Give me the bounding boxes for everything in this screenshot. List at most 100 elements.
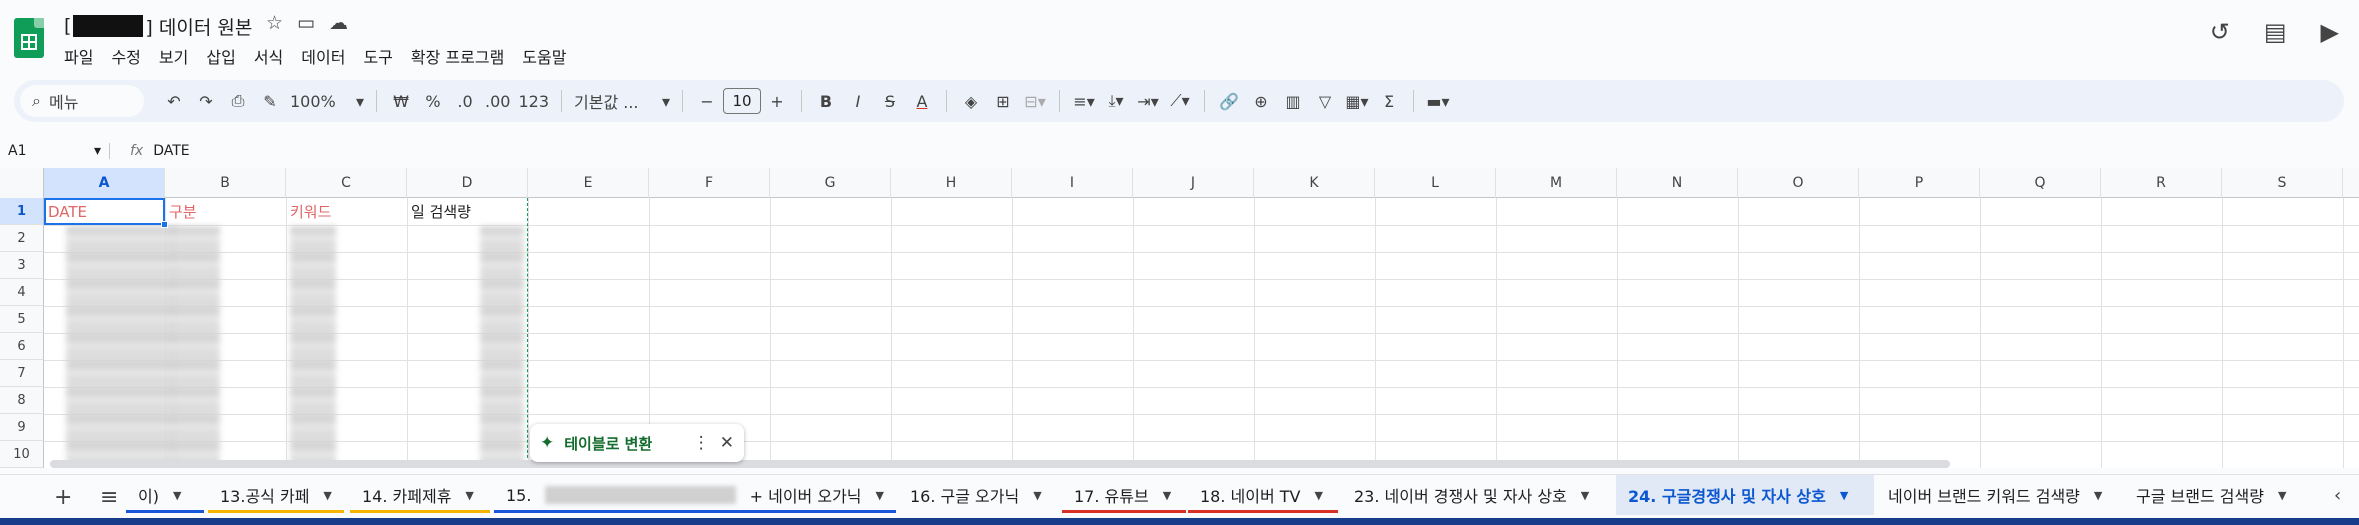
sheet-tab[interactable]: 13.공식 카페 ▼ (208, 475, 344, 515)
name-box[interactable]: A1 ▾ (0, 143, 110, 159)
horizontal-scrollbar[interactable] (50, 460, 1950, 468)
sheet-tab[interactable]: 16. 구글 오가닉 ▼ (898, 475, 1058, 515)
column-header[interactable]: G (770, 168, 891, 198)
italic-button[interactable]: I (842, 85, 874, 117)
menu-view[interactable]: 보기 (159, 44, 188, 68)
column-header[interactable]: Q (1980, 168, 2101, 198)
sheet-tab[interactable]: 17. 유튜브 ▼ (1062, 475, 1186, 515)
document-title[interactable]: [ ] 데이터 원본 (64, 11, 252, 41)
percent-format-button[interactable]: % (417, 85, 449, 117)
sheet-tab[interactable]: 네이버 브랜드 키워드 검색량 ▼ (1876, 475, 2120, 515)
text-rotation-icon[interactable]: ⟋▾ (1164, 85, 1196, 117)
column-header[interactable]: S (2222, 168, 2343, 198)
menu-file[interactable]: 파일 (64, 44, 93, 68)
close-icon[interactable]: ✕ (720, 433, 734, 453)
bold-button[interactable]: B (810, 85, 842, 117)
column-header[interactable]: C (286, 168, 407, 198)
borders-icon[interactable]: ⊞ (987, 85, 1019, 117)
sheet-tab-active[interactable]: 24. 구글경쟁사 및 자사 상호 ▼ (1616, 475, 1874, 515)
zoom-select[interactable]: 100% ▾ (286, 85, 368, 117)
column-header[interactable]: N (1617, 168, 1738, 198)
sheet-tab[interactable]: 23. 네이버 경쟁사 및 자사 상호 ▼ (1342, 475, 1614, 515)
more-formats-button[interactable]: 123 (514, 85, 553, 117)
sheet-tab[interactable]: 18. 네이버 TV ▼ (1188, 475, 1338, 515)
comments-icon[interactable]: ▤ (2264, 18, 2287, 46)
history-icon[interactable]: ↺ (2210, 18, 2230, 46)
move-folder-icon[interactable]: ▭ (297, 12, 315, 34)
insert-link-icon[interactable]: 🔗 (1213, 85, 1245, 117)
menu-format[interactable]: 서식 (254, 44, 283, 68)
column-header[interactable]: A (44, 168, 165, 198)
cell-b1[interactable]: 구분 (165, 198, 197, 225)
filter-icon[interactable]: ▽ (1309, 85, 1341, 117)
row-header[interactable]: 2 (0, 225, 44, 252)
filter-views-icon[interactable]: ▦▾ (1341, 85, 1373, 117)
more-vert-icon[interactable]: ⋮ (693, 433, 710, 453)
input-tools-icon[interactable]: ▬▾ (1422, 85, 1454, 117)
sheet-tab[interactable]: 구글 브랜드 검색량 ▼ (2124, 475, 2314, 515)
menu-insert[interactable]: 삽입 (206, 44, 235, 68)
select-all-corner[interactable] (0, 168, 44, 198)
row-header[interactable]: 3 (0, 252, 44, 279)
column-header[interactable]: E (528, 168, 649, 198)
row-header[interactable]: 9 (0, 414, 44, 441)
convert-to-table-chip[interactable]: ✦ 테이블로 변환 ⋮ ✕ (530, 424, 744, 462)
font-family-select[interactable]: 기본값 ... ▾ (570, 85, 674, 117)
insert-comment-icon[interactable]: ⊕ (1245, 85, 1277, 117)
column-header[interactable]: O (1738, 168, 1859, 198)
text-wrap-icon[interactable]: ⇥▾ (1132, 85, 1164, 117)
decrease-font-size-button[interactable]: − (691, 85, 723, 117)
increase-font-size-button[interactable]: + (761, 85, 793, 117)
star-icon[interactable]: ☆ (266, 12, 283, 34)
menu-help[interactable]: 도움말 (522, 44, 566, 68)
redo-icon[interactable]: ↷ (190, 85, 222, 117)
strikethrough-button[interactable]: S (874, 85, 906, 117)
column-header[interactable]: J (1133, 168, 1254, 198)
row-header[interactable]: 10 (0, 441, 44, 468)
column-header[interactable]: D (407, 168, 528, 198)
row-header[interactable]: 8 (0, 387, 44, 414)
cell-c1[interactable]: 키워드 (286, 198, 331, 225)
paint-format-icon[interactable]: ✎ (254, 85, 286, 117)
horizontal-align-icon[interactable]: ≡▾ (1068, 85, 1100, 117)
spreadsheet-grid[interactable]: A B C D E F G H I J K L M N O P Q R S 1 … (0, 168, 2359, 468)
column-header[interactable]: K (1254, 168, 1375, 198)
fill-color-icon[interactable]: ◈ (955, 85, 987, 117)
sheet-tab[interactable]: 15. + 네이버 오가닉 ▼ (494, 475, 896, 515)
add-sheet-icon[interactable]: + (54, 485, 72, 510)
column-header[interactable]: P (1859, 168, 1980, 198)
row-header[interactable]: 5 (0, 306, 44, 333)
column-header[interactable]: I (1012, 168, 1133, 198)
menu-extensions[interactable]: 확장 프로그램 (411, 44, 504, 68)
functions-icon[interactable]: Σ (1373, 85, 1405, 117)
column-header[interactable]: B (165, 168, 286, 198)
cloud-status-icon[interactable]: ☁ (329, 12, 348, 34)
sheet-tab[interactable]: 이) ▼ (126, 475, 204, 515)
row-header[interactable]: 6 (0, 333, 44, 360)
cell-d1[interactable]: 일 검색량 (407, 198, 471, 225)
row-header[interactable]: 7 (0, 360, 44, 387)
meet-icon[interactable]: ▶ (2321, 18, 2339, 46)
menu-data[interactable]: 데이터 (301, 44, 345, 68)
merge-cells-icon[interactable]: ⊟▾ (1019, 85, 1051, 117)
column-header[interactable]: H (891, 168, 1012, 198)
decrease-decimal-button[interactable]: .0 (449, 85, 481, 117)
sheets-logo-icon[interactable] (14, 18, 44, 58)
row-header[interactable]: 4 (0, 279, 44, 306)
fill-handle[interactable] (161, 221, 168, 228)
column-header[interactable]: L (1375, 168, 1496, 198)
text-color-button[interactable]: A (906, 85, 938, 117)
menu-edit[interactable]: 수정 (111, 44, 140, 68)
undo-icon[interactable]: ↶ (158, 85, 190, 117)
menu-tools[interactable]: 도구 (363, 44, 392, 68)
column-header[interactable]: M (1496, 168, 1617, 198)
scroll-tabs-left-icon[interactable]: ‹ (2334, 485, 2341, 506)
row-header[interactable]: 1 (0, 198, 44, 225)
currency-format-button[interactable]: ₩ (385, 85, 417, 117)
increase-decimal-button[interactable]: .00 (481, 85, 514, 117)
column-header[interactable]: R (2101, 168, 2222, 198)
convert-to-table-label[interactable]: 테이블로 변환 (564, 433, 683, 454)
menu-search[interactable]: ⌕ 메뉴 (20, 85, 144, 117)
vertical-align-icon[interactable]: ⤓▾ (1100, 85, 1132, 117)
font-size-input[interactable]: 10 (723, 88, 761, 114)
